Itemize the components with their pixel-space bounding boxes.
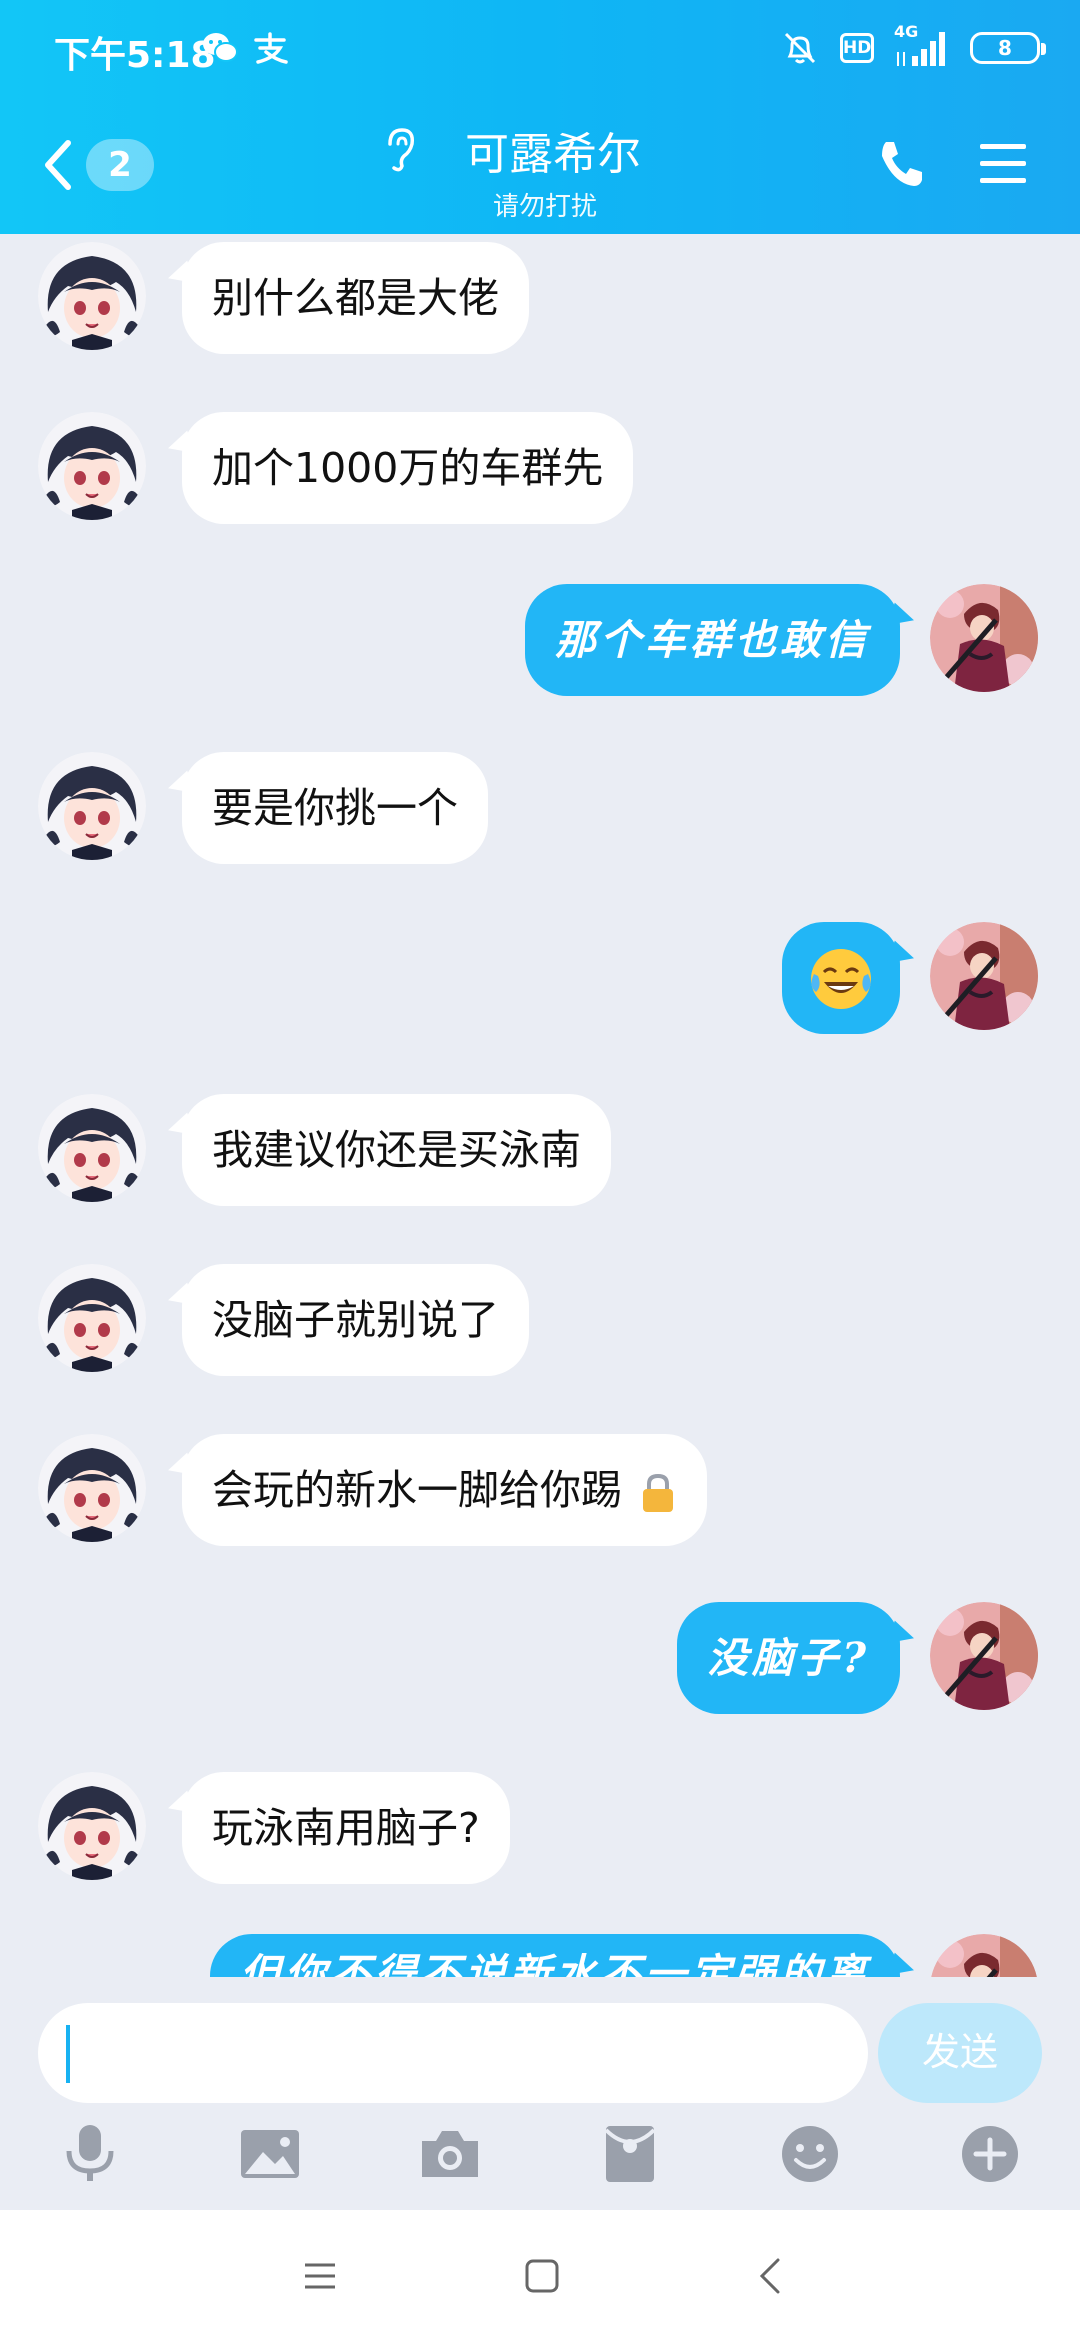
peer-avatar[interactable] [38, 242, 146, 350]
camera-button[interactable] [412, 2119, 488, 2189]
message-list[interactable]: 别什么都是大佬 加个1000万的车群先 那个车群也敢信 要是你挑一个 我建议你还… [0, 234, 1080, 1977]
message-bubble-peer[interactable]: 加个1000万的车群先 [182, 412, 634, 524]
message-input[interactable] [38, 2003, 868, 2103]
ear-icon [388, 128, 415, 172]
mute-bell-icon [784, 32, 816, 64]
microphone-icon [66, 2125, 114, 2181]
voice-button[interactable] [52, 2119, 128, 2189]
camera-icon [422, 2131, 478, 2177]
hd-badge: HD [840, 33, 874, 63]
self-avatar[interactable] [930, 1934, 1038, 1977]
peer-avatar[interactable] [38, 1434, 146, 1542]
alipay-icon [254, 32, 288, 64]
status-time: 下午5:18 [54, 35, 216, 76]
peer-avatar[interactable] [38, 752, 146, 860]
chat-status-subtitle: 请勿打扰 [492, 192, 597, 222]
wechat-icon [203, 33, 238, 62]
chat-title-area[interactable]: 可露希尔 请勿打扰 [380, 118, 710, 223]
self-avatar[interactable] [930, 922, 1038, 1030]
system-back-button[interactable] [740, 2250, 800, 2302]
phone-call-icon[interactable] [874, 136, 930, 192]
peer-avatar[interactable] [38, 412, 146, 520]
message-bubble-peer[interactable]: 没脑子就别说了 [182, 1264, 529, 1376]
status-icons: HD 4G 8 [780, 22, 1046, 68]
square-home-icon [525, 2259, 559, 2293]
laughing-tears-emoji [811, 948, 871, 1009]
home-button[interactable] [512, 2250, 572, 2302]
red-packet-button[interactable] [592, 2119, 668, 2189]
peer-avatar[interactable] [38, 1772, 146, 1880]
message-bubble-peer[interactable]: 要是你挑一个 [182, 752, 488, 864]
message-text: 会玩的新水一脚给你踢 [212, 1466, 622, 1514]
input-area: 发送 [0, 1977, 1080, 2210]
system-navigation-bar [0, 2210, 1080, 2340]
image-icon [241, 2130, 299, 2178]
status-bar: 下午5:18 HD 4G 8 [0, 0, 1080, 96]
unread-count-badge: 2 [86, 139, 154, 191]
recent-apps-button[interactable] [290, 2250, 350, 2302]
signal-icon: 4G [894, 22, 950, 68]
self-avatar[interactable] [930, 1602, 1038, 1710]
message-bubble-peer[interactable]: 会玩的新水一脚给你踢 [182, 1434, 708, 1546]
emoji-button[interactable] [772, 2119, 848, 2189]
back-button[interactable]: 2 [40, 130, 160, 200]
lock-emoji [643, 1473, 674, 1512]
message-bubble-self[interactable]: 那个车群也敢信 [525, 584, 900, 696]
message-bubble-self[interactable]: 但你不得不说新水不一定强的离 [210, 1934, 900, 1977]
plus-icon [962, 2126, 1018, 2182]
message-bubble-peer[interactable]: 玩泳南用脑子? [182, 1772, 510, 1884]
battery-indicator: 8 [970, 32, 1046, 64]
album-button[interactable] [232, 2119, 308, 2189]
chat-header: 下午5:18 HD 4G 8 2 可露希尔 请勿打扰 [0, 0, 1080, 234]
menu-lines-icon [305, 2263, 335, 2289]
message-bubble-peer[interactable]: 别什么都是大佬 [182, 242, 529, 354]
red-packet-icon [604, 2126, 656, 2182]
back-arrow-icon [759, 2258, 780, 2294]
message-bubble-peer[interactable]: 我建议你还是买泳南 [182, 1094, 611, 1206]
peer-avatar[interactable] [38, 1264, 146, 1372]
emoji-icon [782, 2126, 838, 2182]
self-avatar[interactable] [930, 584, 1038, 692]
send-button[interactable]: 发送 [878, 2003, 1042, 2103]
more-button[interactable] [952, 2119, 1028, 2189]
message-bubble-self[interactable] [782, 922, 900, 1034]
chevron-left-icon [45, 140, 71, 190]
text-caret [66, 2025, 70, 2083]
message-bubble-self[interactable]: 没脑子? [676, 1602, 900, 1714]
peer-avatar[interactable] [38, 1094, 146, 1202]
chat-title: 可露希尔 [465, 129, 641, 180]
menu-icon[interactable] [978, 140, 1028, 188]
